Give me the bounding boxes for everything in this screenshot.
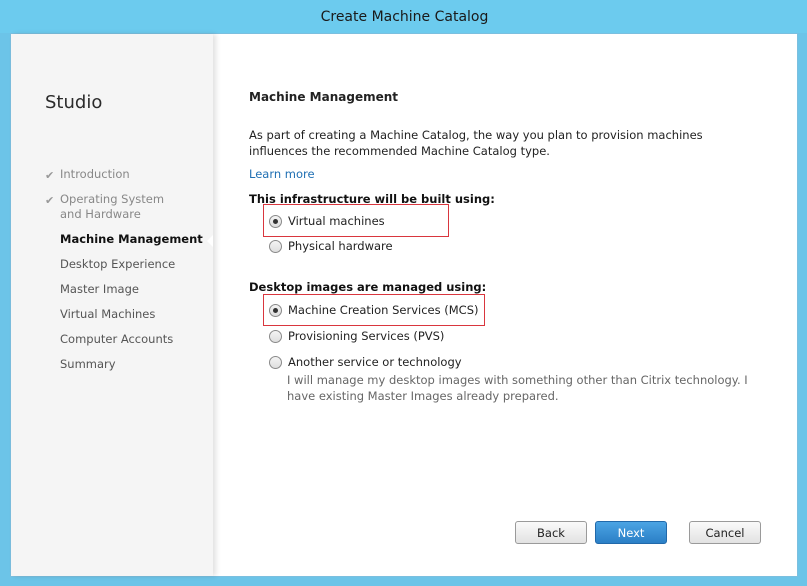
step-label: Master Image [60,282,139,296]
radio-unselected-icon[interactable] [269,329,282,343]
radio-label: Another service or technology [288,355,462,369]
step-master-image: Master Image [45,282,210,297]
radio-unselected-icon[interactable] [269,239,282,253]
learn-more-link[interactable]: Learn more [249,167,315,181]
step-virtual-machines: Virtual Machines [45,307,210,322]
step-label: Desktop Experience [60,257,176,271]
wizard-window: Studio ✔ Introduction ✔ Operating System… [10,33,798,577]
page-title: Machine Management [249,90,398,104]
step-computer-accounts: Computer Accounts [45,332,210,347]
step-desktop-experience: Desktop Experience [45,257,210,272]
next-button[interactable]: Next [595,521,667,544]
step-summary: Summary [45,357,210,372]
radio-mcs[interactable]: Machine Creation Services (MCS) [269,303,478,317]
checkmark-icon: ✔ [45,194,55,207]
studio-brand: Studio [45,92,103,113]
radio-label: Provisioning Services (PVS) [288,329,445,343]
current-step-pointer [207,235,213,247]
radio-unselected-icon[interactable] [269,355,282,369]
step-operating-system: ✔ Operating System and Hardware [45,192,185,222]
radio-selected-icon[interactable] [269,303,282,317]
radio-pvs[interactable]: Provisioning Services (PVS) [269,329,444,343]
step-label: Operating System and Hardware [60,192,165,221]
radio-another-service[interactable]: Another service or technology [269,355,462,369]
images-label: Desktop images are managed using: [249,280,487,294]
radio-label: Virtual machines [288,214,385,228]
cancel-button[interactable]: Cancel [689,521,761,544]
radio-selected-icon[interactable] [269,214,282,228]
radio-label: Machine Creation Services (MCS) [288,303,479,317]
step-label: Introduction [60,167,130,181]
window-title: Create Machine Catalog [320,8,489,25]
radio-physical-hardware[interactable]: Physical hardware [269,239,393,253]
back-button[interactable]: Back [515,521,587,544]
step-label: Machine Management [60,232,203,246]
step-label: Virtual Machines [60,307,156,321]
step-machine-management: Machine Management [45,232,210,247]
step-label: Summary [60,357,116,371]
another-service-description: I will manage my desktop images with som… [287,373,748,403]
checkmark-icon: ✔ [45,169,55,182]
window-titlebar[interactable]: Create Machine Catalog [0,0,807,33]
wizard-sidebar: Studio ✔ Introduction ✔ Operating System… [11,34,213,576]
radio-virtual-machines[interactable]: Virtual machines [269,214,385,228]
step-introduction: ✔ Introduction [45,167,210,182]
intro-text: As part of creating a Machine Catalog, t… [249,128,703,158]
radio-label: Physical hardware [288,239,393,253]
step-label: Computer Accounts [60,332,174,346]
wizard-steps: ✔ Introduction ✔ Operating System and Ha… [45,167,210,372]
